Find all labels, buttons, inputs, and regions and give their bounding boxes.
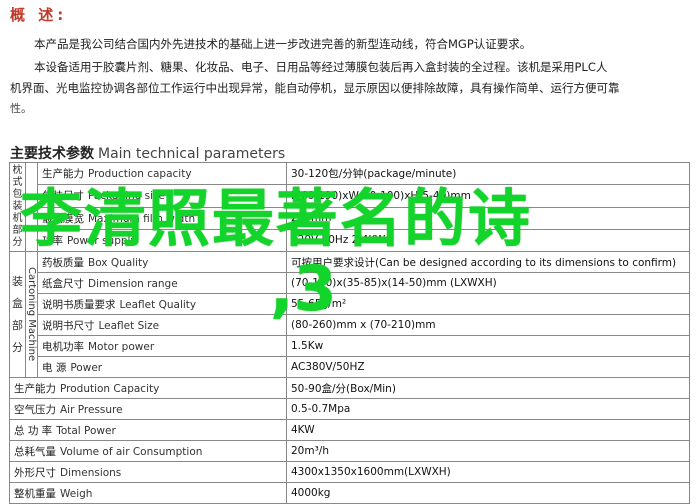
spec-label-cn: 药板质量 <box>42 256 84 269</box>
overview-paragraph-1: 本产品是我公司结合国内外先进技术的基础上进一步改进完善的新型连动线，符合MGP认… <box>34 37 532 51</box>
table-row: 说明书尺寸 Leaflet Size (80-260)mm x (70-210)mm <box>10 314 690 336</box>
overview-paragraph-2: 本设备适用于胶囊片剂、糖果、化妆品、电子、日用品等经过薄膜包装后再入盒封装的全过… <box>34 60 608 74</box>
spec-label-cell: 整机重量 Weigh <box>9 482 287 504</box>
spec-label-cell: 说明书质量要求 Leaflet Quality <box>37 293 287 315</box>
spec-value: 4KW <box>286 419 690 441</box>
spec-value: (70-180)x(35-85)x(14-50)mm (LXWXH) <box>286 272 690 294</box>
overview-paragraph-4: 性。 <box>10 102 32 115</box>
spec-label-en: Dimensions <box>60 466 122 479</box>
spec-label-cn: 纸盒尺寸 <box>42 277 84 290</box>
spec-value: 0.5-0.7Mpa <box>286 398 690 420</box>
table-row: 总 功 率 Total Power 4KW <box>9 419 690 441</box>
spec-label-en: Motor power <box>88 340 155 353</box>
spec-label-cn: 空气压力 <box>14 403 56 416</box>
spec-label-cell: 说明书尺寸 Leaflet Size <box>37 314 287 336</box>
section-title-cn: 主要技术参数 <box>10 146 94 162</box>
spec-value: 55-65g/m² <box>286 293 690 315</box>
spec-label-en: Total Power <box>56 424 116 437</box>
spec-label-cell: 总 功 率 Total Power <box>9 419 287 441</box>
spec-label-cn: 电机功率 <box>42 340 84 353</box>
spec-label-en: Volume of air Consumption <box>60 445 203 458</box>
spec-label-cell: 电机功率 Motor power <box>37 335 287 357</box>
table-row: 生产能力 Prodution Capacity 50-90盒/分(Box/Min) <box>9 377 690 399</box>
spec-label-en: Prodution Capacity <box>60 382 160 395</box>
overview-paragraph-3: 机界面、光电监控协调各部位工作运行中出现异常，能自动停机，显示原因以便排除故障，… <box>10 81 620 95</box>
spec-label-cn: 总耗气量 <box>14 445 56 458</box>
spec-label-cell: 纸盒尺寸 Dimension range <box>37 272 287 294</box>
spec-label-cn: 说明书尺寸 <box>42 319 95 332</box>
spec-label-en: Power <box>70 361 103 374</box>
spec-label-cn: 总 功 率 <box>14 424 53 437</box>
spec-label-en: Weigh <box>60 487 93 500</box>
table-row: 外形尺寸 Dimensions 4300x1350x1600mm(LXWXH) <box>9 461 690 483</box>
spec-label-cell: 电 源 Power <box>37 356 287 378</box>
spec-label-en: Dimension range <box>88 277 178 290</box>
overlay-text-line-2: ,3 <box>270 252 337 325</box>
table-row: 整机重量 Weigh 4000kg <box>9 482 690 504</box>
table-row: 电 源 Power AC380V/50HZ <box>10 356 690 378</box>
spec-label-cn: 外形尺寸 <box>14 466 56 479</box>
group-label-cartoning-en-text: Cartoning Machine <box>26 267 37 362</box>
group-label-cartoning-cn: 装盒部分 <box>9 251 26 378</box>
spec-label-cn: 电 源 <box>42 361 67 374</box>
spec-value: 4300x1350x1600mm(LXWXH) <box>286 461 690 483</box>
table-row: 电机功率 Motor power 1.5Kw <box>10 335 690 357</box>
spec-label-cn: 说明书质量要求 <box>42 298 116 311</box>
overview-heading: 概 述: <box>10 6 68 24</box>
spec-label-cell: 总耗气量 Volume of air Consumption <box>9 440 287 462</box>
table-row: 空气压力 Air Pressure 0.5-0.7Mpa <box>9 398 690 420</box>
spec-value: 4000kg <box>286 482 690 504</box>
spec-value: 50-90盒/分(Box/Min) <box>286 377 690 399</box>
table-row: 纸盒尺寸 Dimension range (70-180)x(35-85)x(14-… <box>10 272 690 294</box>
spec-label-en: Air Pressure <box>60 403 123 416</box>
section-title-en: Main technical parameters <box>98 146 286 162</box>
spec-label-en: Box Quality <box>88 256 149 269</box>
table-row: 总耗气量 Volume of air Consumption 20m³/h <box>9 440 690 462</box>
spec-label-cell: 外形尺寸 Dimensions <box>9 461 287 483</box>
spec-value: (80-260)mm x (70-210)mm <box>286 314 690 336</box>
spec-label-en: Leaflet Quality <box>119 298 197 311</box>
spec-label-en: Leaflet Size <box>98 319 160 332</box>
spec-label-cell: 空气压力 Air Pressure <box>9 398 287 420</box>
group-label-cartoning-en: Cartoning Machine <box>25 251 38 378</box>
spec-value: AC380V/50HZ <box>286 356 690 378</box>
spec-value: 1.5Kw <box>286 335 690 357</box>
table-row: 说明书质量要求 Leaflet Quality 55-65g/m² <box>10 293 690 315</box>
spec-label-cell: 生产能力 Prodution Capacity <box>9 377 287 399</box>
overlay-text-line-1: 李清照最著名的诗 <box>20 182 533 255</box>
spec-label-cn: 整机重量 <box>14 487 56 500</box>
section-title: 主要技术参数 Main technical parameters <box>10 143 285 163</box>
spec-label-cn: 生产能力 <box>14 382 56 395</box>
spec-value: 20m³/h <box>286 440 690 462</box>
